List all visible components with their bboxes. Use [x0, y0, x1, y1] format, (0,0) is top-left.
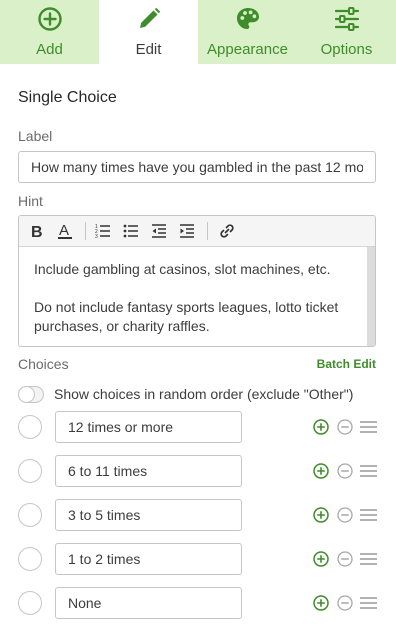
- drag-handle-icon[interactable]: [360, 419, 377, 435]
- bullet-list-button[interactable]: [121, 221, 141, 241]
- choice-field[interactable]: [55, 543, 242, 575]
- choice-input[interactable]: [56, 456, 241, 486]
- add-choice-icon[interactable]: [313, 595, 329, 611]
- drag-handle-icon[interactable]: [360, 551, 377, 567]
- toolbar-separator: [207, 222, 208, 240]
- text-color-icon: A: [58, 222, 72, 239]
- svg-text:3: 3: [95, 234, 98, 239]
- link-icon: [220, 224, 234, 238]
- plus-circle-icon: [37, 7, 62, 31]
- choice-field[interactable]: [55, 411, 242, 443]
- tab-options[interactable]: Options: [297, 0, 396, 64]
- pencil-icon: [139, 7, 160, 28]
- choice-radio[interactable]: [18, 547, 42, 571]
- choice-row: [0, 455, 396, 487]
- bold-icon: B: [31, 224, 43, 239]
- hint-paragraph: Include gambling at casinos, slot machin…: [34, 261, 331, 277]
- add-choice-icon[interactable]: [313, 419, 329, 435]
- ordered-list-icon: 1 2 3: [95, 224, 110, 239]
- choice-field[interactable]: [55, 587, 242, 619]
- svg-text:A: A: [59, 222, 69, 239]
- outdent-icon: [152, 224, 166, 238]
- indent-icon: [180, 224, 194, 238]
- choice-field[interactable]: [55, 455, 242, 487]
- drag-handle-icon[interactable]: [360, 463, 377, 479]
- hint-toolbar: B A 1 2 3: [19, 216, 375, 247]
- choice-radio[interactable]: [18, 459, 42, 483]
- label-field-label: Label: [18, 128, 53, 144]
- choice-input[interactable]: [56, 588, 241, 618]
- ordered-list-button[interactable]: 1 2 3: [93, 221, 113, 241]
- editor-tab-bar: Add Edit Appearance Options: [0, 0, 396, 64]
- toggle-knob: [18, 386, 35, 403]
- add-choice-icon[interactable]: [313, 551, 329, 567]
- hint-rich-text-editor[interactable]: B A 1 2 3 Include gambling at casinos, s…: [18, 215, 376, 347]
- bold-button[interactable]: B: [27, 221, 47, 241]
- remove-choice-icon[interactable]: [337, 463, 353, 479]
- choices-label: Choices: [18, 356, 69, 372]
- choice-row: [0, 587, 396, 619]
- tab-add[interactable]: Add: [0, 0, 99, 64]
- drag-handle-icon[interactable]: [360, 507, 377, 523]
- choice-input[interactable]: [56, 500, 241, 530]
- tab-add-label: Add: [36, 41, 63, 58]
- add-choice-icon[interactable]: [313, 463, 329, 479]
- label-input[interactable]: [19, 152, 375, 182]
- tab-appearance-label: Appearance: [207, 41, 288, 58]
- choice-row: [0, 411, 396, 443]
- link-button[interactable]: [217, 221, 237, 241]
- outdent-button[interactable]: [149, 221, 169, 241]
- choice-row: [0, 499, 396, 531]
- remove-choice-icon[interactable]: [337, 595, 353, 611]
- label-field[interactable]: [18, 151, 376, 183]
- remove-choice-icon[interactable]: [337, 507, 353, 523]
- palette-icon: [236, 8, 259, 29]
- choice-input[interactable]: [56, 412, 241, 442]
- drag-handle-icon[interactable]: [360, 595, 377, 611]
- question-type-title: Single Choice: [18, 89, 117, 106]
- random-order-toggle[interactable]: [18, 386, 44, 403]
- bullet-list-icon: [123, 224, 138, 238]
- tab-edit[interactable]: Edit: [99, 0, 198, 64]
- choice-radio[interactable]: [18, 503, 42, 527]
- hint-scrollbar[interactable]: [367, 247, 375, 346]
- sliders-icon: [334, 7, 359, 31]
- remove-choice-icon[interactable]: [337, 551, 353, 567]
- batch-edit-link[interactable]: Batch Edit: [317, 357, 376, 371]
- text-color-button[interactable]: A: [55, 221, 75, 241]
- toolbar-separator: [85, 222, 86, 240]
- tab-appearance[interactable]: Appearance: [198, 0, 297, 64]
- random-order-label: Show choices in random order (exclude "O…: [54, 386, 354, 402]
- indent-button[interactable]: [177, 221, 197, 241]
- choice-input[interactable]: [56, 544, 241, 574]
- choice-row: [0, 543, 396, 575]
- hint-text-content[interactable]: Include gambling at casinos, slot machin…: [34, 260, 354, 336]
- tab-options-label: Options: [320, 41, 373, 58]
- remove-choice-icon[interactable]: [337, 419, 353, 435]
- choice-radio[interactable]: [18, 591, 42, 615]
- tab-edit-label: Edit: [135, 41, 162, 58]
- hint-paragraph: Do not include fantasy sports leagues, l…: [34, 299, 339, 334]
- choice-field[interactable]: [55, 499, 242, 531]
- svg-text:B: B: [31, 224, 43, 239]
- choice-radio[interactable]: [18, 415, 42, 439]
- add-choice-icon[interactable]: [313, 507, 329, 523]
- hint-field-label: Hint: [18, 193, 43, 209]
